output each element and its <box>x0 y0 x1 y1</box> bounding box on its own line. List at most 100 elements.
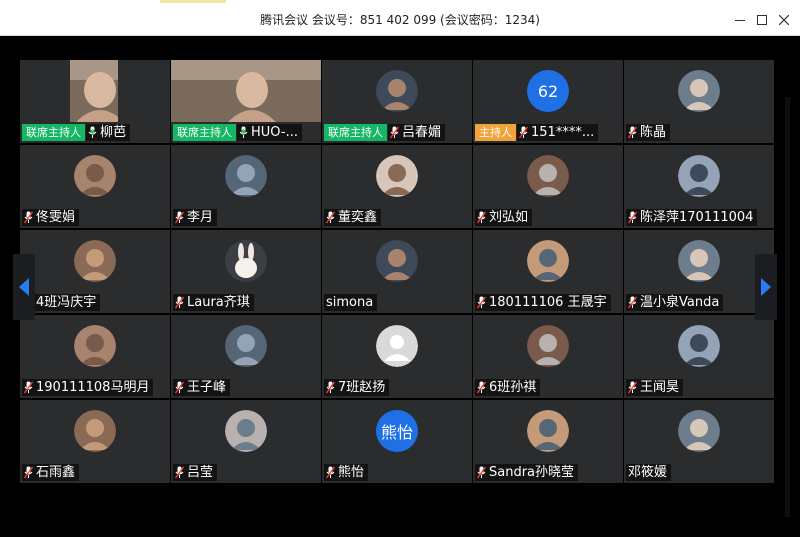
name-box: Sandra孙晓莹 <box>475 464 579 481</box>
name-box: 刘弘如 <box>475 209 533 226</box>
name-bar: 吕莹 <box>173 464 218 481</box>
name-bar: 联席主持人 HUO-... <box>173 124 302 141</box>
participant-name: 180111106 王晟宇 <box>489 295 607 310</box>
participant-tile[interactable]: 联席主持人 HUO-... <box>171 60 321 143</box>
mic-muted-icon <box>477 381 489 394</box>
prev-page-button[interactable] <box>13 254 35 320</box>
participant-tile[interactable]: 佟雯娟 <box>20 145 170 228</box>
participant-tile[interactable]: 4班冯庆宇 <box>20 230 170 313</box>
mic-muted-icon <box>24 211 36 224</box>
participant-name: 4班冯庆宇 <box>36 295 97 310</box>
participant-tile[interactable]: 吕莹 <box>171 400 321 483</box>
host-badge: 联席主持人 <box>22 124 85 141</box>
name-box: 7班赵扬 <box>324 379 390 396</box>
participant-name: 吕莹 <box>187 465 214 480</box>
participant-tile[interactable]: 190111108马明月 <box>20 315 170 398</box>
mic-icon <box>239 126 251 139</box>
name-bar: 180111106 王晟宇 <box>475 294 611 311</box>
participant-tile[interactable]: 陈晶 <box>624 60 774 143</box>
mic-muted-icon <box>477 296 489 309</box>
participant-tile[interactable]: 刘弘如 <box>473 145 623 228</box>
name-bar: 主持人 151****... <box>475 124 599 141</box>
participant-name: 陈晶 <box>640 125 667 140</box>
name-box: 180111106 王晟宇 <box>475 294 611 311</box>
host-badge: 联席主持人 <box>324 124 387 141</box>
mic-muted-icon <box>477 466 489 479</box>
video-feed <box>171 60 321 122</box>
participant-name: 熊怡 <box>338 465 365 480</box>
participant-tile[interactable]: 温小泉Vanda <box>624 230 774 313</box>
scrollbar[interactable] <box>785 97 790 517</box>
participant-name: 吕春媚 <box>402 125 442 140</box>
name-box: 佟雯娟 <box>22 209 80 226</box>
avatar <box>376 240 418 282</box>
participant-tile[interactable]: 邓筱媛 <box>624 400 774 483</box>
name-box: 151****... <box>517 124 599 141</box>
participant-tile[interactable]: 董奕鑫 <box>322 145 472 228</box>
name-bar: 董奕鑫 <box>324 209 382 226</box>
name-box: 李月 <box>173 209 218 226</box>
participant-tile[interactable]: 62 主持人 151****... <box>473 60 623 143</box>
host-badge: 联席主持人 <box>173 124 236 141</box>
participant-tile[interactable]: simona <box>322 230 472 313</box>
name-bar: 刘弘如 <box>475 209 533 226</box>
left-arrow-icon <box>19 278 29 296</box>
participant-tile[interactable]: Sandra孙晓莹 <box>473 400 623 483</box>
participant-tile[interactable]: 王闻昊 <box>624 315 774 398</box>
participant-tile[interactable]: 7班赵扬 <box>322 315 472 398</box>
avatar <box>225 410 267 452</box>
name-bar: 联席主持人 柳芭 <box>22 124 131 141</box>
avatar: 熊怡 <box>376 410 418 452</box>
participant-name: 李月 <box>187 210 214 225</box>
mic-muted-icon <box>175 296 187 309</box>
avatar <box>376 70 418 112</box>
mic-muted-icon <box>326 381 338 394</box>
mic-muted-icon <box>628 126 640 139</box>
participant-name: 6班孙祺 <box>489 380 537 395</box>
participant-name: 王闻昊 <box>640 380 680 395</box>
avatar-text: 62 <box>537 81 559 101</box>
participant-tile[interactable]: 联席主持人 柳芭 <box>20 60 170 143</box>
avatar: 62 <box>527 70 569 112</box>
name-bar: 李月 <box>173 209 218 226</box>
participant-tile[interactable]: 6班孙祺 <box>473 315 623 398</box>
avatar <box>225 240 267 282</box>
avatar-text: 熊怡 <box>380 423 413 442</box>
avatar <box>376 325 418 367</box>
participant-tile[interactable]: 180111106 王晟宇 <box>473 230 623 313</box>
name-bar: 7班赵扬 <box>324 379 390 396</box>
participant-tile[interactable]: Laura齐琪 <box>171 230 321 313</box>
participant-name: simona <box>326 295 374 310</box>
avatar <box>678 240 720 282</box>
participant-name: 190111108马明月 <box>36 380 150 395</box>
name-box: HUO-... <box>237 124 302 141</box>
name-box: 陈晶 <box>626 124 671 141</box>
participant-name: 温小泉Vanda <box>640 295 720 310</box>
participant-name: 邓筱媛 <box>628 465 668 480</box>
host-badge: 主持人 <box>475 124 516 141</box>
title-bar: 腾讯会议 会议号：851 402 099 (会议密码：1234) <box>0 4 800 36</box>
mic-icon <box>88 126 100 139</box>
name-box: 王子峰 <box>173 379 231 396</box>
mic-muted-icon <box>175 211 187 224</box>
avatar <box>225 155 267 197</box>
name-box: 吕莹 <box>173 464 218 481</box>
mic-muted-icon <box>326 211 338 224</box>
participant-grid: 联席主持人 柳芭 联席主持人 HUO-... 联席主持人 吕春媚 62 主持人 151****.… <box>20 60 775 484</box>
participant-tile[interactable]: 陈泽萍170111004 <box>624 145 774 228</box>
close-icon[interactable] <box>771 4 797 36</box>
avatar <box>527 155 569 197</box>
name-box: 柳芭 <box>86 124 131 141</box>
name-bar: 温小泉Vanda <box>626 294 724 311</box>
name-box: 石雨鑫 <box>22 464 80 481</box>
next-page-button[interactable] <box>755 254 777 320</box>
participant-tile[interactable]: 熊怡 熊怡 <box>322 400 472 483</box>
participant-tile[interactable]: 石雨鑫 <box>20 400 170 483</box>
participant-tile[interactable]: 李月 <box>171 145 321 228</box>
avatar <box>74 240 116 282</box>
avatar <box>678 70 720 112</box>
mic-muted-icon <box>390 126 402 139</box>
participant-tile[interactable]: 王子峰 <box>171 315 321 398</box>
mic-muted-icon <box>24 466 36 479</box>
participant-tile[interactable]: 联席主持人 吕春媚 <box>322 60 472 143</box>
